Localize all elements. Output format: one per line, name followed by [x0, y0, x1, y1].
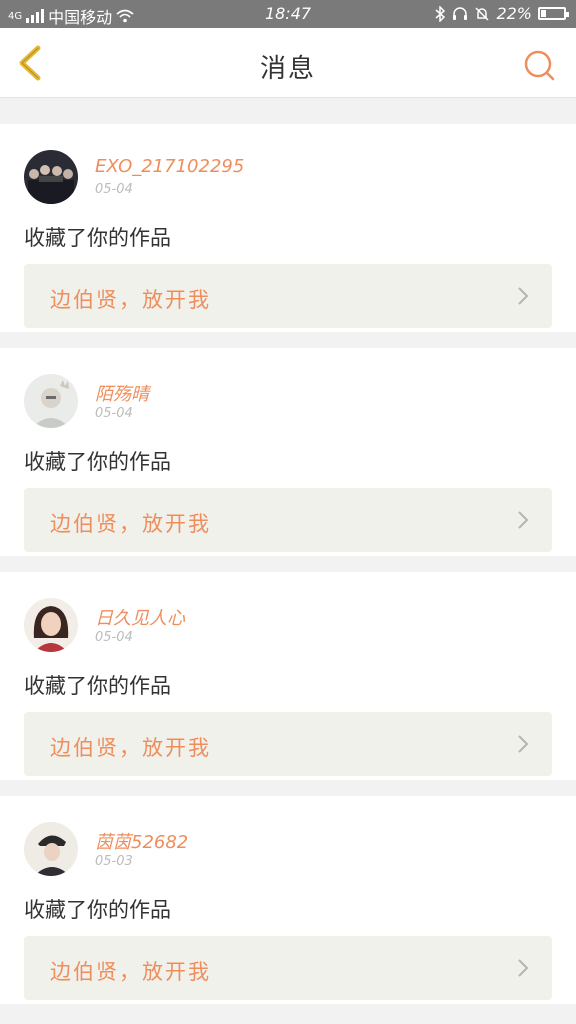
search-icon[interactable] [522, 48, 556, 82]
message-date: 05-04 [95, 182, 133, 197]
username[interactable]: 陌殇晴 [95, 380, 149, 406]
bluetooth-icon [435, 5, 446, 22]
mute-icon [475, 6, 489, 21]
page-title: 消息 [259, 54, 316, 84]
battery-fill [541, 10, 546, 17]
work-title: 边伯贤，放开我 [50, 960, 211, 984]
action-text: 收藏了你的作品 [24, 226, 171, 250]
list-spacer [0, 780, 576, 796]
work-title: 边伯贤，放开我 [50, 736, 211, 760]
avatar[interactable] [24, 374, 78, 428]
chevron-right-icon [518, 735, 529, 753]
message-date: 05-03 [95, 854, 133, 869]
message-item: 陌殇晴 05-04 收藏了你的作品 边伯贤，放开我 [0, 348, 576, 556]
work-link[interactable]: 边伯贤，放开我 [24, 264, 552, 328]
headset-icon [453, 6, 468, 20]
message-date: 05-04 [95, 630, 133, 645]
message-date: 05-04 [95, 406, 133, 421]
work-link[interactable]: 边伯贤，放开我 [24, 936, 552, 1000]
message-list: EXO_217102295 05-04 收藏了你的作品 边伯贤，放开我 陌殇晴 … [0, 98, 576, 1004]
work-link[interactable]: 边伯贤，放开我 [24, 712, 552, 776]
avatar[interactable] [24, 598, 78, 652]
action-text: 收藏了你的作品 [24, 450, 171, 474]
status-bar: 4G 中国移动 18:47 22% [0, 0, 576, 28]
battery-percent: 22% [496, 4, 532, 23]
work-title: 边伯贤，放开我 [50, 512, 211, 536]
message-item: 茵茵52682 05-03 收藏了你的作品 边伯贤，放开我 [0, 796, 576, 1004]
action-text: 收藏了你的作品 [24, 898, 171, 922]
status-bar-right: 22% [434, 4, 569, 23]
work-title: 边伯贤，放开我 [50, 288, 211, 312]
avatar[interactable] [24, 150, 78, 204]
work-link[interactable]: 边伯贤，放开我 [24, 488, 552, 552]
username[interactable]: EXO_217102295 [95, 156, 244, 177]
message-item: EXO_217102295 05-04 收藏了你的作品 边伯贤，放开我 [0, 124, 576, 332]
chevron-right-icon [518, 511, 529, 529]
username[interactable]: 日久见人心 [95, 604, 185, 630]
chevron-right-icon [518, 959, 529, 977]
message-item: 日久见人心 05-04 收藏了你的作品 边伯贤，放开我 [0, 572, 576, 780]
nav-bar: 消息 [0, 28, 576, 98]
list-spacer [0, 556, 576, 572]
list-spacer [0, 98, 576, 124]
avatar[interactable] [24, 822, 78, 876]
chevron-right-icon [518, 287, 529, 305]
action-text: 收藏了你的作品 [24, 674, 171, 698]
username[interactable]: 茵茵52682 [95, 828, 188, 854]
battery-icon [538, 7, 569, 20]
list-spacer [0, 332, 576, 348]
